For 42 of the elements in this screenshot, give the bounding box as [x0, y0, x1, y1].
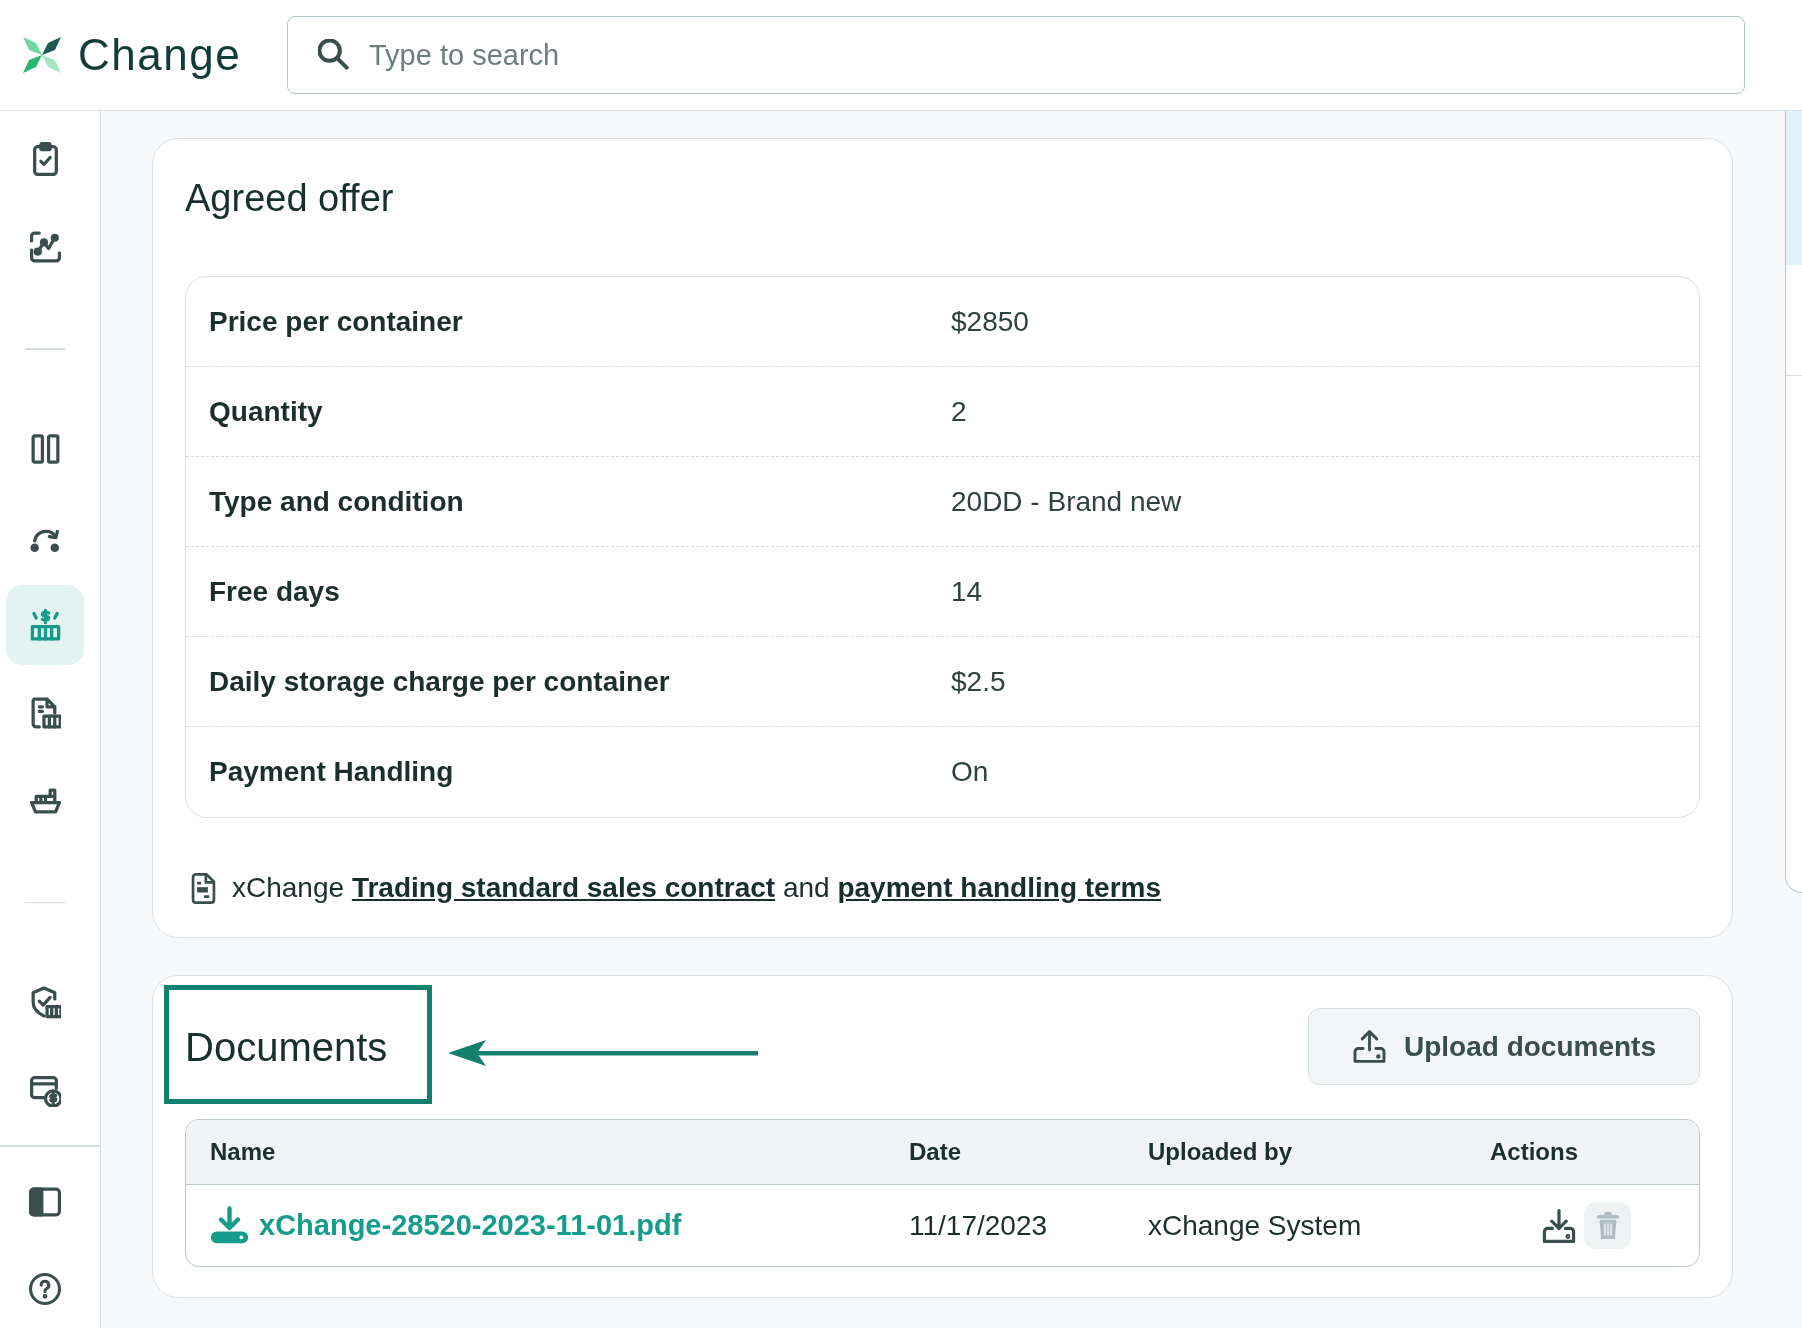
contract-note: xChange Trading standard sales contract and payment handling terms: [232, 872, 1162, 904]
download-button[interactable]: [1542, 1208, 1576, 1243]
field-value: 14: [951, 575, 983, 608]
column-header: Actions: [1490, 1138, 1578, 1166]
search-field[interactable]: Type to search: [287, 16, 1745, 94]
logo-icon: [21, 35, 63, 75]
section-title: Agreed offer: [185, 176, 395, 221]
shield-container-icon: [29, 985, 61, 1019]
field-value: $2850: [951, 305, 1029, 338]
container-dollar-icon: [29, 607, 61, 642]
field-value: 2: [951, 395, 967, 428]
field-label: Quantity: [208, 395, 324, 428]
table-cell: 11/17/2023: [909, 1209, 1048, 1242]
chart-icon: [29, 230, 61, 264]
column-header: Uploaded by: [1148, 1138, 1292, 1166]
contract-link[interactable]: Trading standard sales contract: [351, 872, 776, 903]
contract-link[interactable]: payment handling terms: [837, 872, 1162, 903]
table-cell: xChange System: [1148, 1209, 1362, 1242]
section-title: Documents: [185, 1023, 388, 1071]
upload-button[interactable]: Upload documents: [1308, 1008, 1700, 1085]
card-dollar-icon: [29, 1073, 61, 1107]
help-icon: [29, 1272, 61, 1305]
search-icon: [318, 39, 349, 70]
document-icon: [191, 872, 216, 904]
columns-icon: [29, 431, 61, 466]
download-icon: [210, 1206, 249, 1245]
logo-wordmark: Change: [78, 33, 242, 77]
field-label: Daily storage charge per container: [208, 665, 671, 698]
column-header: Date: [909, 1138, 962, 1166]
download-icon: [1542, 1208, 1576, 1243]
field-value: $2.5: [951, 665, 1006, 698]
field-value: 20DD - Brand new: [951, 485, 1182, 518]
upload-icon: [1353, 1030, 1386, 1063]
trash-icon: [1596, 1212, 1619, 1239]
field-label: Free days: [208, 575, 341, 608]
field-label: Type and condition: [208, 485, 465, 518]
field-label: Payment Handling: [208, 756, 455, 788]
column-header: Name: [210, 1138, 276, 1166]
field-value: On: [951, 756, 989, 788]
sidebar-toggle-icon: [29, 1186, 61, 1217]
document-container-icon: [29, 695, 61, 730]
field-label: Price per container: [208, 305, 464, 338]
